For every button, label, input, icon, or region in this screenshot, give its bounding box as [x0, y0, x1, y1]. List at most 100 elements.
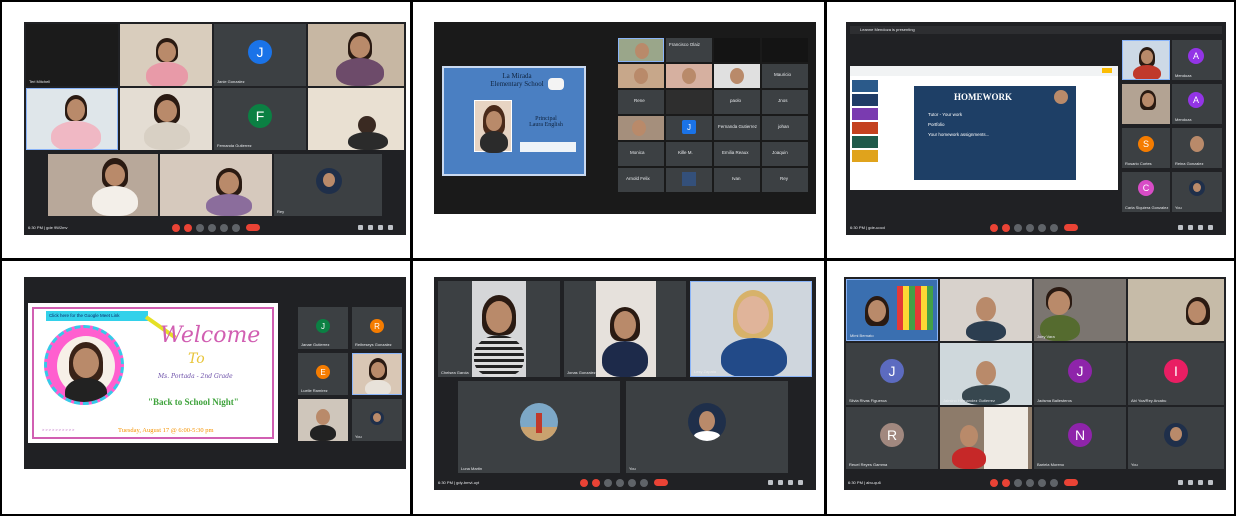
raise-hand-icon[interactable] [616, 479, 624, 487]
video-tile[interactable]: Rey [762, 168, 808, 192]
activities-icon[interactable] [388, 225, 393, 230]
camera-icon[interactable] [1002, 224, 1010, 232]
captions-icon[interactable] [1014, 224, 1022, 232]
video-tile[interactable] [120, 24, 212, 86]
video-tile[interactable]: S Rosario Cortes [1122, 128, 1170, 168]
video-tile[interactable]: F Fernanda Gutierrez [214, 88, 306, 150]
present-icon[interactable] [220, 224, 228, 232]
video-tile[interactable]: Ivan [714, 168, 760, 192]
video-tile[interactable]: johan [762, 116, 808, 140]
captions-icon[interactable] [1014, 479, 1022, 487]
video-tile[interactable]: paolo [714, 90, 760, 114]
chat-icon[interactable] [378, 225, 383, 230]
people-icon[interactable] [368, 225, 373, 230]
video-tile[interactable]: Francisco Olaiz [666, 38, 712, 62]
video-tile[interactable] [1128, 279, 1224, 341]
present-icon[interactable] [1038, 224, 1046, 232]
activities-icon[interactable] [1208, 480, 1213, 485]
camera-icon[interactable] [184, 224, 192, 232]
video-tile[interactable]: J Jadsma Ballesteros [1034, 343, 1126, 405]
video-tile[interactable]: Jnos [762, 90, 808, 114]
video-tile[interactable]: R Reuel Reyes Gamma [846, 407, 938, 469]
people-icon[interactable] [1188, 225, 1193, 230]
video-tile[interactable]: J Janae Gutierrez [298, 307, 348, 349]
video-tile[interactable]: A Mendoza [1172, 84, 1222, 124]
people-icon[interactable] [1188, 480, 1193, 485]
end-call-button[interactable] [1064, 224, 1078, 231]
meet-link[interactable]: Click here for the Google Meet Link [46, 311, 148, 321]
end-call-button[interactable] [654, 479, 668, 486]
video-tile[interactable]: You [352, 399, 402, 441]
captions-icon[interactable] [604, 479, 612, 487]
video-tile[interactable] [940, 279, 1032, 341]
end-call-button[interactable] [1064, 479, 1078, 486]
video-tile[interactable]: Luna Martin [458, 381, 620, 473]
video-tile[interactable] [308, 88, 404, 150]
video-tile[interactable]: You [1128, 407, 1224, 469]
video-tile[interactable] [352, 353, 402, 395]
raise-hand-icon[interactable] [1026, 224, 1034, 232]
video-tile[interactable]: I Abi Yoa/Rey Arcabu [1128, 343, 1224, 405]
video-tile[interactable]: J Silvia Rivas Figueroa [846, 343, 938, 405]
video-tile[interactable]: Fernanda Gutierrez [714, 116, 760, 140]
more-options-icon[interactable] [640, 479, 648, 487]
video-tile[interactable]: You [626, 381, 788, 473]
video-tile[interactable]: Teri Mitchell [26, 24, 118, 86]
video-tile[interactable]: Mimi Bernato [846, 279, 938, 341]
video-tile[interactable]: Jonas Gonzalez [564, 281, 686, 377]
activities-icon[interactable] [798, 480, 803, 485]
video-tile[interactable]: Jairsino Hernandez Gutierrez [940, 343, 1032, 405]
video-tile[interactable] [762, 38, 808, 62]
video-tile[interactable]: C Carla Siquiera Gonzalez [1122, 172, 1170, 212]
video-tile[interactable]: Arnold Felix [618, 168, 664, 192]
video-tile[interactable]: J [666, 116, 712, 140]
info-icon[interactable] [1178, 225, 1183, 230]
present-icon[interactable] [628, 479, 636, 487]
info-icon[interactable] [1178, 480, 1183, 485]
video-tile[interactable] [1122, 40, 1170, 80]
present-button[interactable] [1102, 68, 1112, 73]
video-tile[interactable]: Lesy Zapata [690, 281, 812, 377]
microphone-icon[interactable] [172, 224, 180, 232]
video-tile[interactable] [940, 407, 1032, 469]
activities-icon[interactable] [1208, 225, 1213, 230]
chat-icon[interactable] [1198, 480, 1203, 485]
video-tile[interactable]: Mauricio [762, 64, 808, 88]
video-tile[interactable]: Reina Gonzalez [1172, 128, 1222, 168]
more-options-icon[interactable] [232, 224, 240, 232]
video-tile[interactable] [666, 90, 712, 114]
video-tile[interactable]: Chelsea Garcia [438, 281, 560, 377]
video-tile[interactable] [618, 38, 664, 62]
chat-icon[interactable] [1198, 225, 1203, 230]
video-tile[interactable]: E Luelle Ramirez [298, 353, 348, 395]
video-tile[interactable] [48, 154, 158, 216]
video-tile[interactable] [714, 38, 760, 62]
video-tile[interactable] [714, 64, 760, 88]
more-options-icon[interactable] [1050, 224, 1058, 232]
video-tile[interactable] [618, 64, 664, 88]
video-tile[interactable] [618, 116, 664, 140]
present-icon[interactable] [1038, 479, 1046, 487]
video-tile[interactable] [666, 64, 712, 88]
microphone-icon[interactable] [580, 479, 588, 487]
video-tile[interactable] [1122, 84, 1170, 124]
microphone-icon[interactable] [990, 224, 998, 232]
video-tile[interactable] [298, 399, 348, 441]
video-tile[interactable]: Joaquin [762, 142, 808, 166]
people-icon[interactable] [778, 480, 783, 485]
chat-icon[interactable] [788, 480, 793, 485]
info-icon[interactable] [768, 480, 773, 485]
video-tile[interactable]: Kille M. [666, 142, 712, 166]
raise-hand-icon[interactable] [208, 224, 216, 232]
info-icon[interactable] [358, 225, 363, 230]
video-tile[interactable]: J Janie Gonzalez [214, 24, 306, 86]
video-tile[interactable]: R Reiheseys Gonzalez [352, 307, 402, 349]
microphone-icon[interactable] [990, 479, 998, 487]
camera-icon[interactable] [1002, 479, 1010, 487]
video-tile[interactable]: Monica [618, 142, 664, 166]
video-tile[interactable] [160, 154, 272, 216]
video-tile[interactable] [120, 88, 212, 150]
video-tile[interactable]: You [1172, 172, 1222, 212]
video-tile[interactable] [666, 168, 712, 192]
video-tile[interactable]: N Bariela Moreno [1034, 407, 1126, 469]
